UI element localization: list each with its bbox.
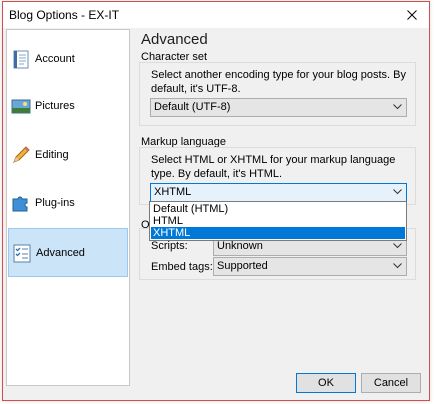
dropdown-option-html[interactable]: HTML bbox=[151, 215, 405, 227]
close-icon bbox=[407, 10, 417, 20]
dropdown-option-default-html[interactable]: Default (HTML) bbox=[151, 203, 405, 215]
dropdown-option-xhtml[interactable]: XHTML bbox=[151, 227, 405, 239]
scripts-label: Scripts: bbox=[151, 240, 188, 252]
markup-select[interactable]: XHTML bbox=[150, 183, 407, 202]
sidebar-item-label: Advanced bbox=[36, 246, 85, 259]
account-icon bbox=[13, 50, 29, 69]
charset-selected-value: Default (UTF-8) bbox=[154, 101, 231, 113]
embed-tags-label: Embed tags: bbox=[151, 261, 213, 273]
scripts-value: Unknown bbox=[217, 240, 263, 252]
page-title: Advanced bbox=[141, 31, 208, 48]
embed-tags-select[interactable]: Supported bbox=[213, 257, 407, 276]
chevron-down-icon bbox=[393, 104, 402, 110]
sidebar-item-account[interactable]: Account bbox=[8, 36, 128, 82]
checklist-icon bbox=[13, 244, 31, 262]
sidebar-item-editing[interactable]: Editing bbox=[8, 132, 128, 178]
chevron-down-icon bbox=[393, 243, 402, 249]
pictures-icon bbox=[11, 99, 31, 114]
window-title: Blog Options - EX-IT bbox=[9, 8, 120, 22]
sidebar-item-advanced[interactable]: Advanced bbox=[8, 228, 128, 277]
sidebar-item-label: Editing bbox=[35, 149, 69, 161]
charset-description: Select another encoding type for your bl… bbox=[151, 69, 406, 95]
sidebar-item-plugins[interactable]: Plug-ins bbox=[8, 180, 128, 226]
sidebar-item-label: Plug-ins bbox=[35, 197, 75, 209]
chevron-down-icon bbox=[393, 189, 402, 195]
puzzle-icon bbox=[12, 196, 28, 212]
markup-description: Select HTML or XHTML for your markup lan… bbox=[151, 154, 396, 180]
embed-tags-value: Supported bbox=[217, 260, 268, 272]
markup-selected-value: XHTML bbox=[154, 186, 192, 198]
sidebar: Account Pictures Editing Plug-ins Advanc… bbox=[6, 29, 130, 386]
sidebar-item-pictures[interactable]: Pictures bbox=[8, 83, 128, 129]
close-button[interactable] bbox=[395, 2, 429, 28]
pencil-icon bbox=[13, 146, 30, 163]
sidebar-item-label: Account bbox=[35, 53, 75, 65]
cancel-button[interactable]: Cancel bbox=[361, 373, 421, 393]
chevron-down-icon bbox=[393, 263, 402, 269]
ok-button[interactable]: OK bbox=[296, 373, 356, 393]
markup-dropdown-list: Default (HTML) HTML XHTML bbox=[149, 201, 407, 241]
charset-select[interactable]: Default (UTF-8) bbox=[150, 98, 407, 117]
title-bar: Blog Options - EX-IT bbox=[3, 2, 429, 28]
sidebar-item-label: Pictures bbox=[35, 100, 75, 112]
